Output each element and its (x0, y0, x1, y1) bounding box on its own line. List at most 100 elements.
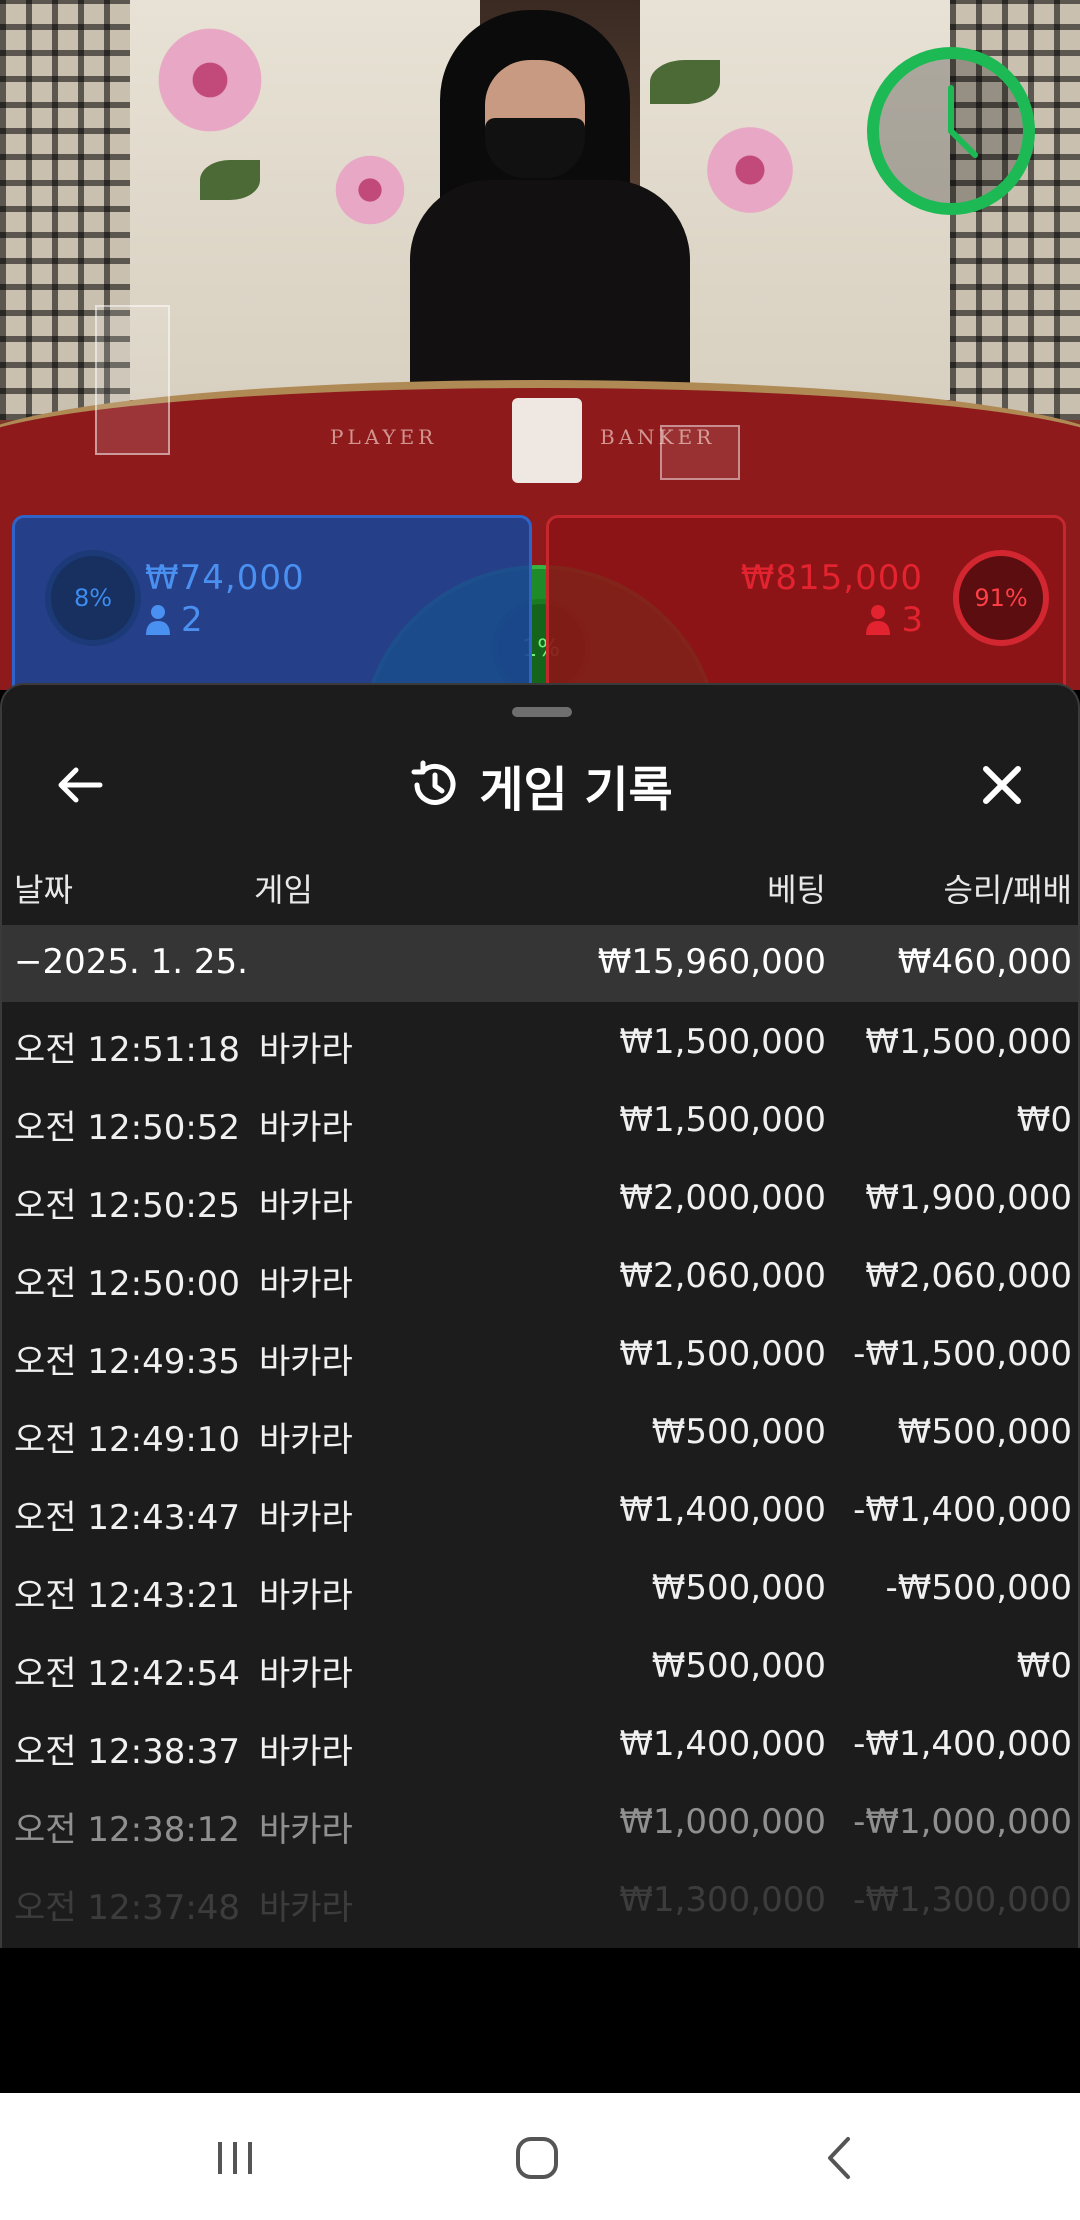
day-summary-bet: ₩15,960,000 (597, 942, 826, 982)
row-time: 오전 12:51:18 (14, 1030, 241, 1070)
player-bet-amount: ₩74,000 (145, 558, 305, 598)
row-time: 오전 12:49:10 (14, 1420, 241, 1460)
row-bet: ₩2,060,000 (619, 1256, 826, 1296)
row-time: 오전 12:50:25 (14, 1186, 241, 1226)
table-label-player: PLAYER (330, 425, 438, 449)
row-time: 오전 12:49:35 (14, 1342, 241, 1382)
row-result: -₩1,500,000 (853, 1334, 1072, 1374)
person-icon (146, 605, 170, 635)
history-row[interactable]: 오전 12:38:12 바카라 ₩1,000,000 -₩1,000,000 (2, 1782, 1078, 1860)
day-summary-row[interactable]: −2025. 1. 25. ₩15,960,000 ₩460,000 (2, 925, 1078, 1002)
row-time: 오전 12:42:54 (14, 1654, 241, 1694)
close-button[interactable] (964, 747, 1040, 823)
row-result: -₩1,300,000 (853, 1880, 1072, 1920)
row-bet: ₩1,500,000 (619, 1334, 826, 1374)
row-game: 바카라 (259, 1498, 353, 1538)
day-summary-date: −2025. 1. 25. (14, 942, 248, 982)
column-header-game: 게임 (254, 871, 313, 909)
row-game: 바카라 (259, 1420, 353, 1460)
banker-percent-ring: 91% (953, 550, 1049, 646)
home-icon (516, 2137, 558, 2179)
card-shoe (512, 398, 582, 483)
row-game: 바카라 (259, 1810, 353, 1850)
card-tray (95, 305, 170, 455)
row-bet: ₩1,500,000 (619, 1022, 826, 1062)
history-row[interactable]: 오전 12:50:52 바카라 ₩1,500,000 ₩0 (2, 1080, 1078, 1158)
history-row[interactable]: 오전 12:38:37 바카라 ₩1,400,000 -₩1,400,000 (2, 1704, 1078, 1782)
banker-bet-amount: ₩815,000 (740, 558, 923, 598)
history-row[interactable]: 오전 12:42:54 바카라 ₩500,000 ₩0 (2, 1626, 1078, 1704)
row-result: -₩500,000 (885, 1568, 1073, 1608)
sheet-header: 게임 기록 (2, 749, 1078, 821)
row-time: 오전 12:37:48 (14, 1888, 241, 1928)
back-chevron-icon (828, 2137, 850, 2179)
nav-back-button[interactable] (784, 2123, 894, 2193)
row-game: 바카라 (259, 1342, 353, 1382)
close-icon (983, 766, 1021, 804)
clock-icon (867, 47, 1035, 215)
row-bet: ₩1,500,000 (619, 1100, 826, 1140)
game-history-sheet: 게임 기록 날짜 게임 베팅 승리/패배 −2025. 1. 25. ₩15,9… (0, 683, 1080, 1948)
row-bet: ₩1,000,000 (619, 1802, 826, 1842)
leaf-decoration (200, 160, 260, 200)
row-bet: ₩500,000 (651, 1646, 826, 1686)
player-bettor-count: 2 (145, 600, 203, 640)
banker-bet-spot[interactable]: 91% ₩815,000 3 (546, 515, 1066, 690)
row-game: 바카라 (259, 1576, 353, 1616)
home-button[interactable] (482, 2123, 592, 2193)
column-header-bet: 베팅 (767, 871, 826, 909)
row-result: ₩1,900,000 (865, 1178, 1072, 1218)
table-label-banker: BANKER (600, 425, 716, 449)
row-game: 바카라 (259, 1732, 353, 1772)
row-bet: ₩500,000 (651, 1568, 826, 1608)
row-bet: ₩1,400,000 (619, 1490, 826, 1530)
sheet-title: 게임 기록 (479, 762, 673, 818)
row-result: ₩2,060,000 (865, 1256, 1072, 1296)
player-bet-spot[interactable]: 8% ₩74,000 2 (12, 515, 532, 690)
row-game: 바카라 (259, 1654, 353, 1694)
table-header: 날짜 게임 베팅 승리/패배 (2, 855, 1078, 915)
live-video-stream: PLAYER BANKER 1% 8% ₩74,000 2 91% ₩815,0… (0, 0, 1080, 690)
history-row[interactable]: 오전 12:43:21 바카라 ₩500,000 -₩500,000 (2, 1548, 1078, 1626)
row-result: -₩1,400,000 (853, 1724, 1072, 1764)
flower-decoration (700, 120, 800, 220)
history-row[interactable]: 오전 12:37:48 바카라 ₩1,300,000 -₩1,300,000 (2, 1860, 1078, 1938)
history-icon (411, 760, 456, 805)
row-result: -₩1,000,000 (853, 1802, 1072, 1842)
dealer-mask (485, 118, 585, 178)
recents-icon (218, 2142, 252, 2174)
system-nav-bar (0, 2093, 1080, 2220)
row-game: 바카라 (259, 1186, 353, 1226)
person-icon (866, 605, 891, 635)
row-result: -₩1,400,000 (853, 1490, 1072, 1530)
flower-decoration (150, 20, 270, 140)
row-result: ₩0 (1016, 1646, 1072, 1686)
row-bet: ₩1,400,000 (619, 1724, 826, 1764)
row-time: 오전 12:50:00 (14, 1264, 241, 1304)
history-row[interactable]: 오전 12:51:18 바카라 ₩1,500,000 ₩1,500,000 (2, 1002, 1078, 1080)
recents-button[interactable] (180, 2123, 290, 2193)
row-game: 바카라 (259, 1888, 353, 1928)
row-game: 바카라 (259, 1264, 353, 1304)
player-count-value: 2 (181, 600, 203, 640)
drag-handle[interactable] (512, 707, 572, 717)
dealer-body (410, 180, 690, 400)
day-summary-result: ₩460,000 (897, 942, 1072, 982)
row-time: 오전 12:43:47 (14, 1498, 241, 1538)
history-row[interactable]: 오전 12:43:47 바카라 ₩1,400,000 -₩1,400,000 (2, 1470, 1078, 1548)
row-time: 오전 12:38:12 (14, 1810, 241, 1850)
row-bet: ₩2,000,000 (619, 1178, 826, 1218)
row-result: ₩0 (1016, 1100, 1072, 1140)
row-result: ₩500,000 (897, 1412, 1072, 1452)
leaf-decoration (650, 60, 720, 104)
history-row[interactable]: 오전 12:49:10 바카라 ₩500,000 ₩500,000 (2, 1392, 1078, 1470)
row-game: 바카라 (259, 1108, 353, 1148)
column-header-date: 날짜 (14, 871, 73, 909)
history-row[interactable]: 오전 12:49:35 바카라 ₩1,500,000 -₩1,500,000 (2, 1314, 1078, 1392)
row-bet: ₩500,000 (651, 1412, 826, 1452)
history-row[interactable]: 오전 12:50:00 바카라 ₩2,060,000 ₩2,060,000 (2, 1236, 1078, 1314)
history-row[interactable]: 오전 12:50:25 바카라 ₩2,000,000 ₩1,900,000 (2, 1158, 1078, 1236)
column-header-result: 승리/패배 (943, 871, 1072, 909)
banker-bettor-count: 3 (865, 600, 923, 640)
row-result: ₩1,500,000 (865, 1022, 1072, 1062)
